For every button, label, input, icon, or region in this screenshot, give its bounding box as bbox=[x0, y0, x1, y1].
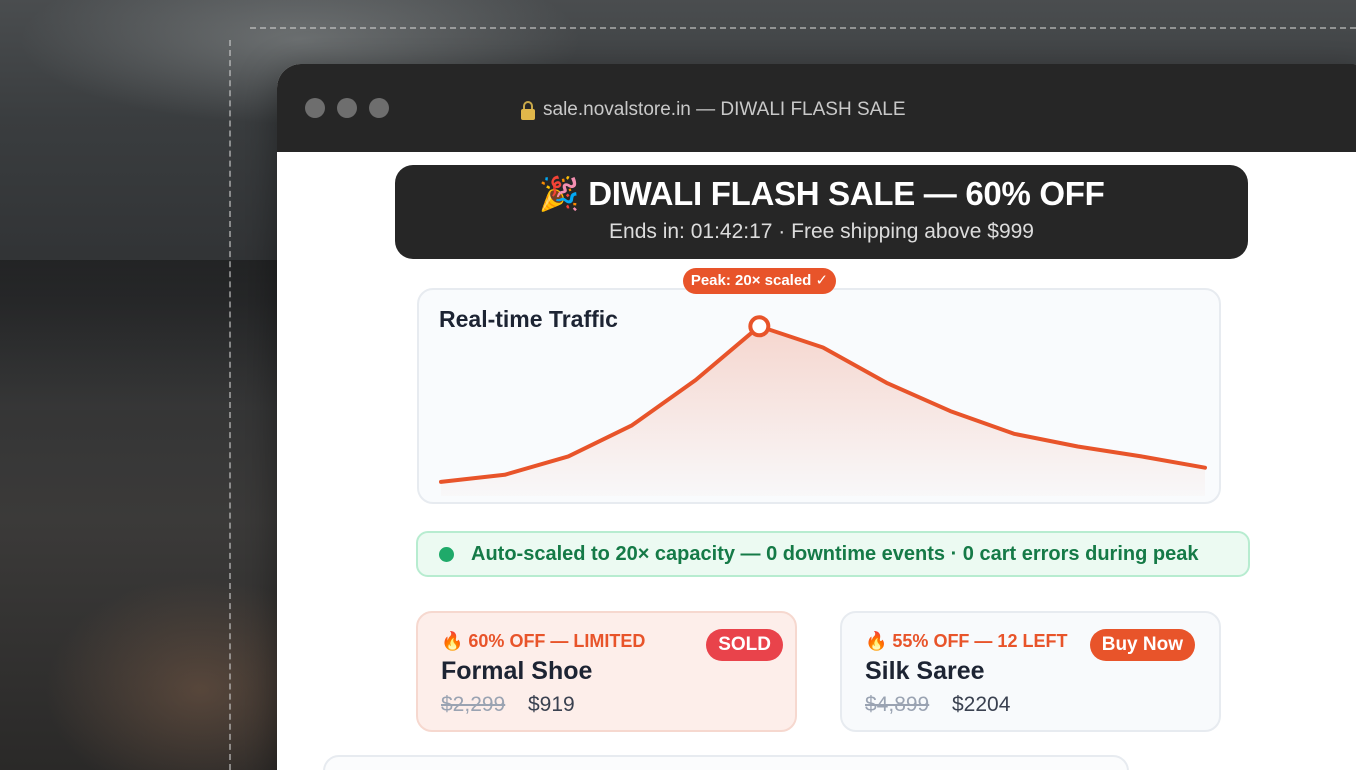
status-text: Auto-scaled to 20× capacity — 0 downtime… bbox=[471, 542, 1199, 565]
traffic-area bbox=[441, 326, 1205, 496]
peak-marker bbox=[748, 315, 771, 338]
product-old-price: $2,299 bbox=[441, 693, 506, 716]
browser-titlebar: sale.novalstore.in — DIWALI FLASH SALE bbox=[277, 64, 1356, 152]
url-text: sale.novalstore.in — DIWALI FLASH SALE bbox=[543, 99, 906, 120]
browser-window: sale.novalstore.in — DIWALI FLASH SALE 🎉… bbox=[277, 64, 1356, 770]
traffic-chart bbox=[439, 315, 1207, 496]
address-bar[interactable]: sale.novalstore.in — DIWALI FLASH SALE bbox=[519, 98, 906, 122]
product-tag: 🔥 55% OFF — 12 LEFT bbox=[865, 631, 1068, 651]
product-card-formal-shoe[interactable]: 🔥 60% OFF — LIMITED Formal Shoe $2,299 $… bbox=[416, 611, 797, 732]
product-card-silk-saree[interactable]: 🔥 55% OFF — 12 LEFT Silk Saree $4,899 $2… bbox=[840, 611, 1221, 732]
status-dot-icon bbox=[439, 546, 454, 562]
product-old-price: $4,899 bbox=[865, 693, 930, 716]
autoscale-status: Auto-scaled to 20× capacity — 0 downtime… bbox=[416, 531, 1250, 577]
lock-icon bbox=[519, 99, 537, 121]
product-new-price: $2204 bbox=[952, 693, 1011, 716]
product-name: Formal Shoe bbox=[441, 657, 593, 685]
page-content: 🎉 DIWALI FLASH SALE — 60% OFF Ends in: 0… bbox=[277, 152, 1356, 770]
traffic-chart-card: Real-time Traffic bbox=[417, 288, 1221, 504]
banner-title: 🎉 DIWALI FLASH SALE — 60% OFF bbox=[538, 175, 1105, 212]
dashed-guide-horizontal bbox=[250, 27, 1356, 29]
background-shadow bbox=[0, 260, 290, 410]
product-name: Silk Saree bbox=[865, 657, 985, 685]
sold-badge: SOLD bbox=[706, 629, 783, 661]
buy-now-button[interactable]: Buy Now bbox=[1089, 629, 1195, 661]
next-card-peek bbox=[323, 755, 1129, 770]
window-close-button[interactable] bbox=[305, 98, 325, 118]
product-tag: 🔥 60% OFF — LIMITED bbox=[441, 631, 646, 651]
peak-annotation: Peak: 20× scaled ✓ bbox=[682, 268, 837, 294]
sale-banner: 🎉 DIWALI FLASH SALE — 60% OFF Ends in: 0… bbox=[395, 165, 1248, 259]
product-new-price: $919 bbox=[528, 693, 575, 716]
window-minimize-button[interactable] bbox=[337, 98, 357, 118]
window-maximize-button[interactable] bbox=[369, 98, 389, 118]
dashed-guide-vertical bbox=[229, 40, 231, 770]
banner-subtitle: Ends in: 01:42:17 · Free shipping above … bbox=[609, 220, 1034, 243]
